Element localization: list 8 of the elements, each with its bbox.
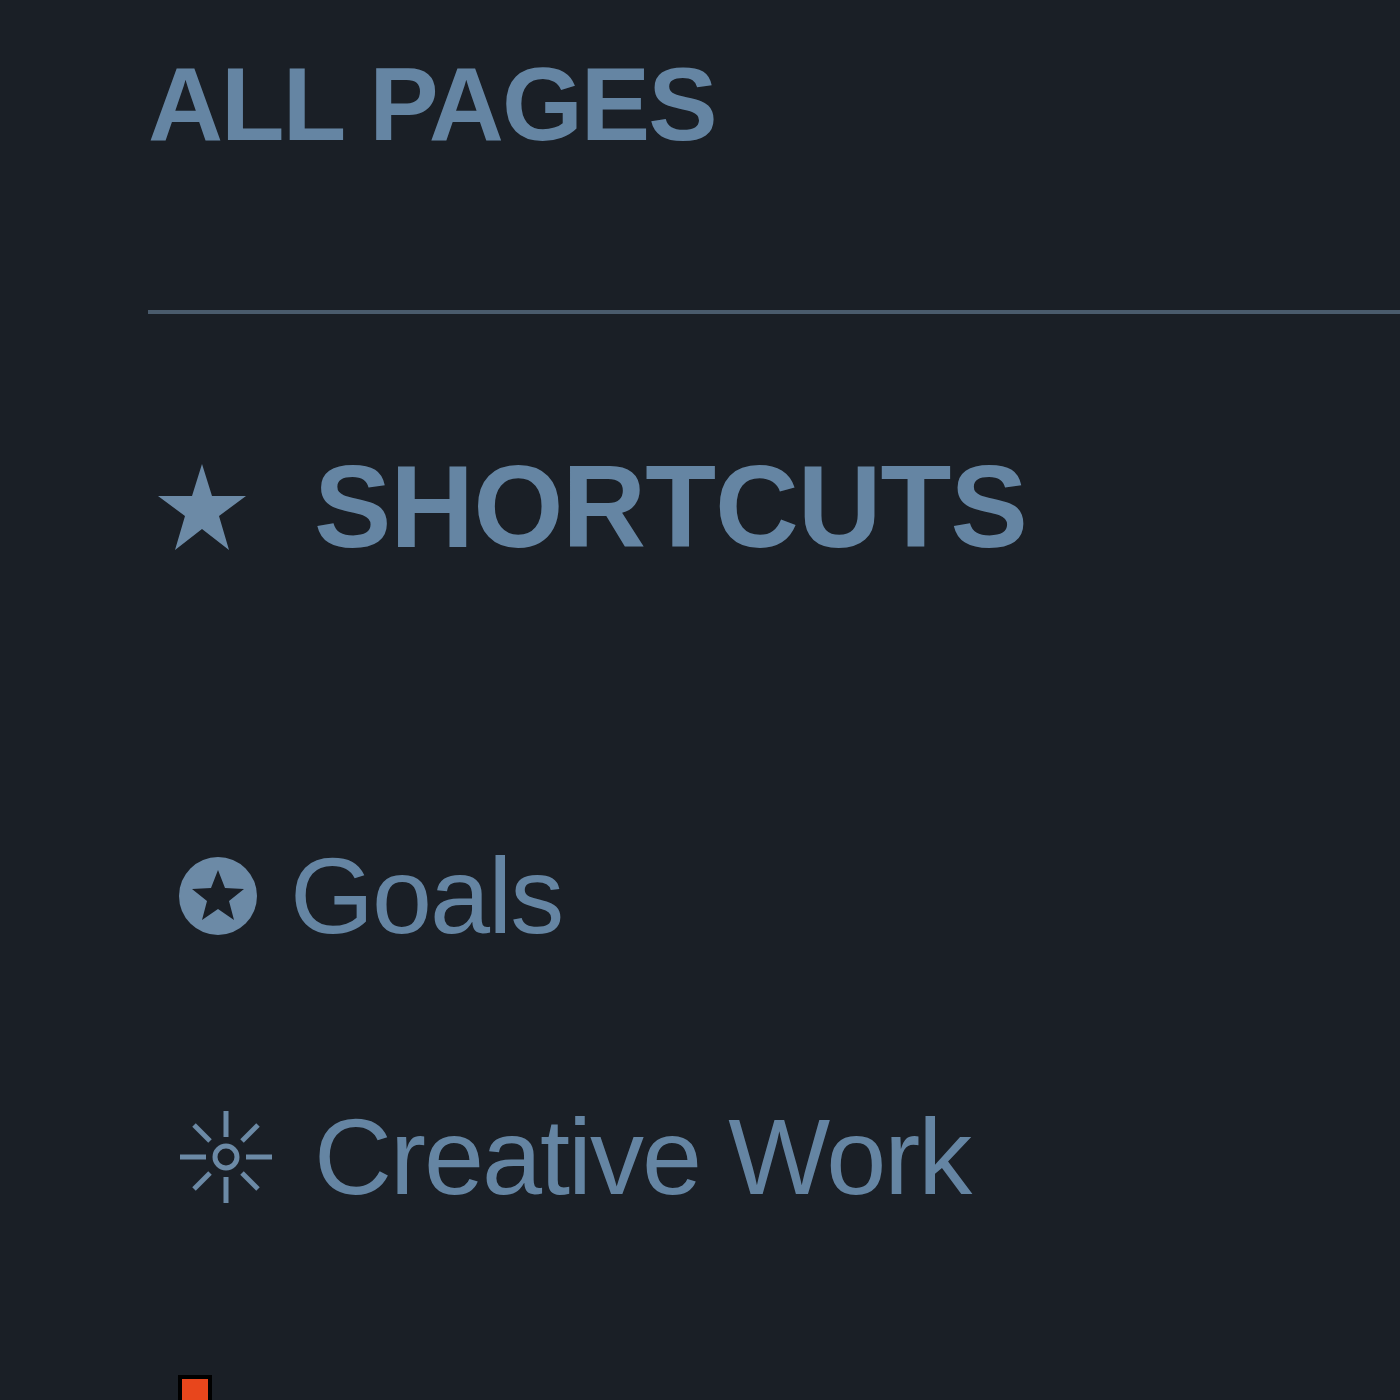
star-badge-icon	[178, 856, 258, 936]
section-title: ALL PAGES	[148, 45, 716, 156]
section-title: SHORTCUTS	[314, 449, 1027, 565]
marker-icon	[178, 1375, 212, 1400]
sun-icon	[178, 1109, 274, 1205]
shortcut-link[interactable]: Goals	[290, 842, 563, 950]
shortcut-link[interactable]: Creative Work	[314, 1103, 971, 1211]
star-icon	[158, 464, 246, 550]
